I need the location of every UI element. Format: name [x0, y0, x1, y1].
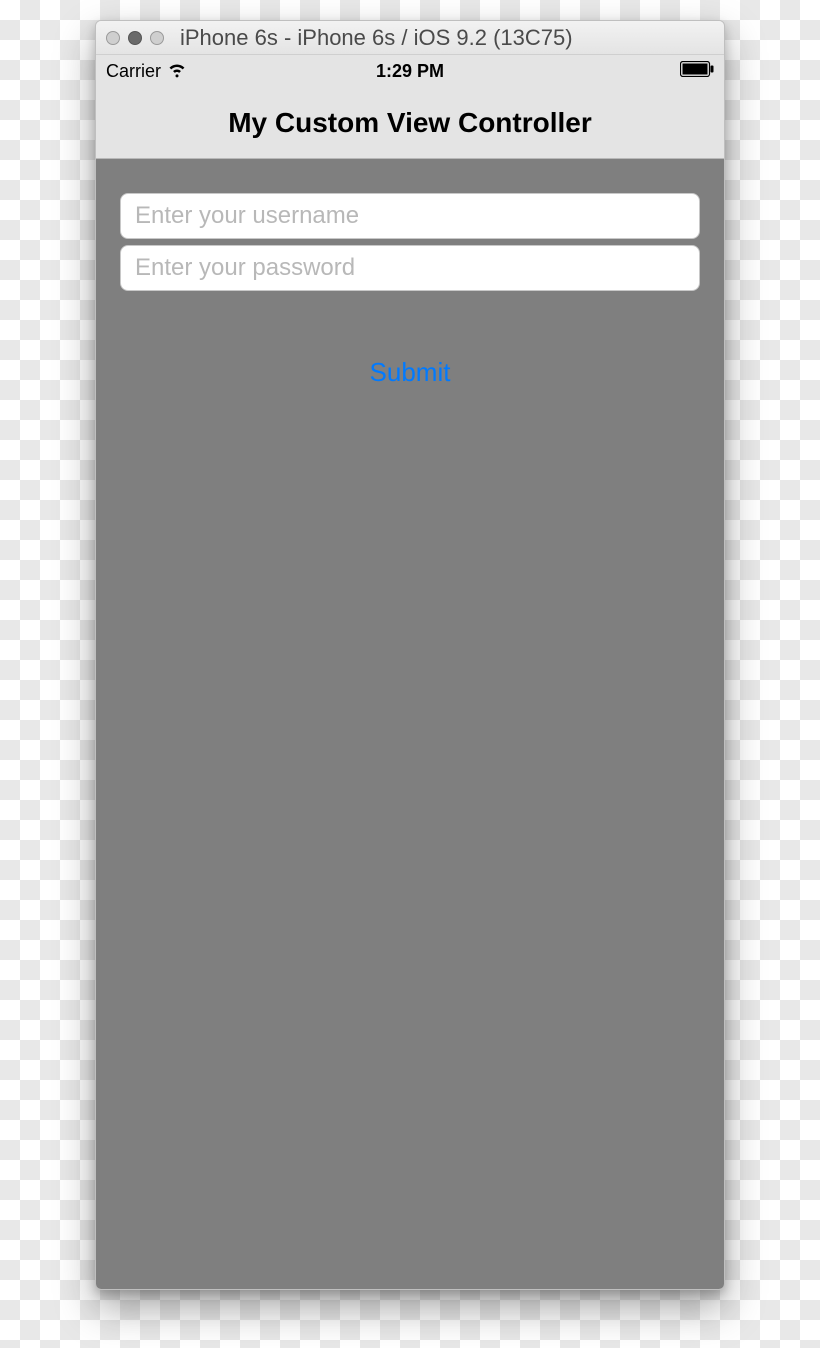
content-area: Submit — [96, 159, 724, 1289]
close-icon[interactable] — [106, 31, 120, 45]
navigation-bar: My Custom View Controller — [96, 87, 724, 159]
battery-icon — [680, 61, 714, 82]
mac-titlebar[interactable]: iPhone 6s - iPhone 6s / iOS 9.2 (13C75) — [96, 21, 724, 55]
password-input[interactable] — [120, 245, 700, 291]
submit-button[interactable]: Submit — [370, 357, 451, 388]
status-bar: Carrier 1:29 PM — [96, 55, 724, 87]
simulator-window: iPhone 6s - iPhone 6s / iOS 9.2 (13C75) … — [95, 20, 725, 1290]
minimize-icon[interactable] — [128, 31, 142, 45]
page-title: My Custom View Controller — [228, 107, 592, 139]
device-screen: Carrier 1:29 PM My Custom View Controlle… — [96, 55, 724, 1289]
username-input[interactable] — [120, 193, 700, 239]
carrier-label: Carrier — [106, 61, 161, 82]
window-title: iPhone 6s - iPhone 6s / iOS 9.2 (13C75) — [172, 25, 714, 51]
status-time: 1:29 PM — [309, 61, 512, 82]
zoom-icon[interactable] — [150, 31, 164, 45]
wifi-icon — [167, 59, 187, 84]
